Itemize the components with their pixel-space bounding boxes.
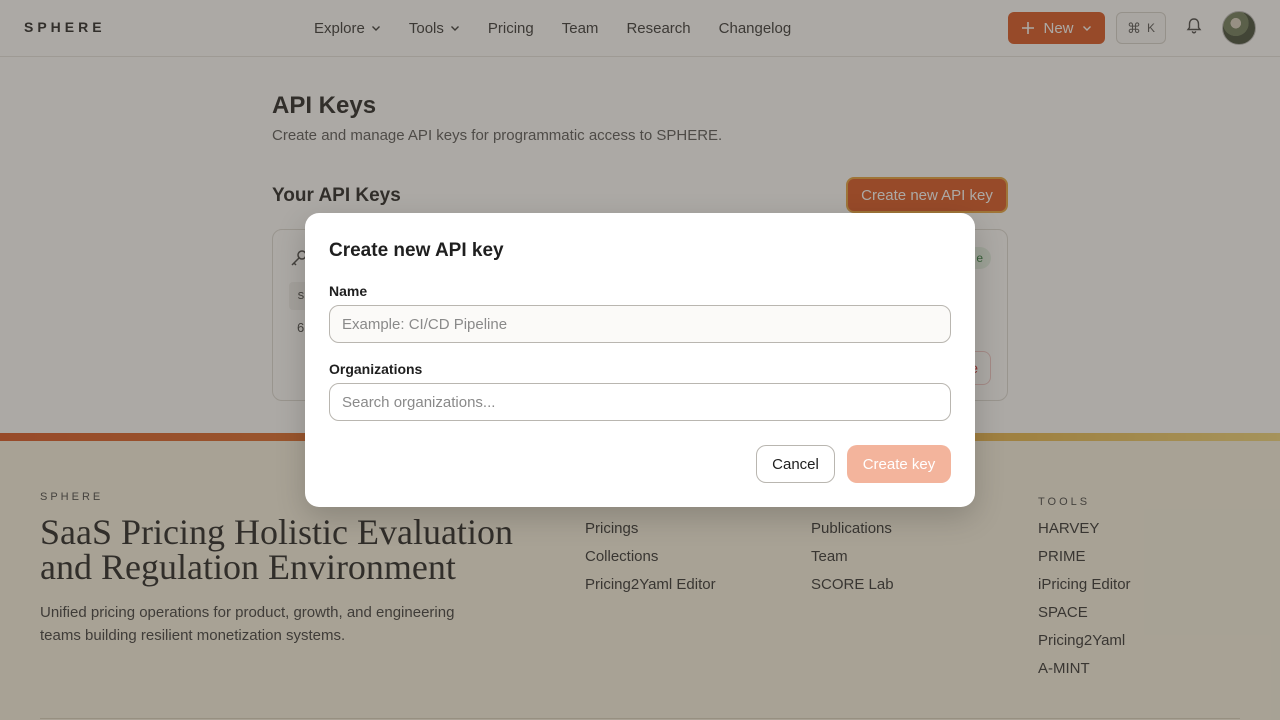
dialog-title: Create new API key (329, 240, 504, 261)
create-key-button[interactable]: Create key (847, 445, 951, 483)
cancel-button[interactable]: Cancel (756, 445, 835, 483)
organizations-search-input[interactable] (329, 383, 951, 421)
name-input[interactable] (329, 305, 951, 343)
create-api-key-dialog: Create new API key Name Organizations Ca… (305, 213, 975, 507)
organizations-label: Organizations (329, 361, 423, 377)
name-label: Name (329, 283, 368, 299)
